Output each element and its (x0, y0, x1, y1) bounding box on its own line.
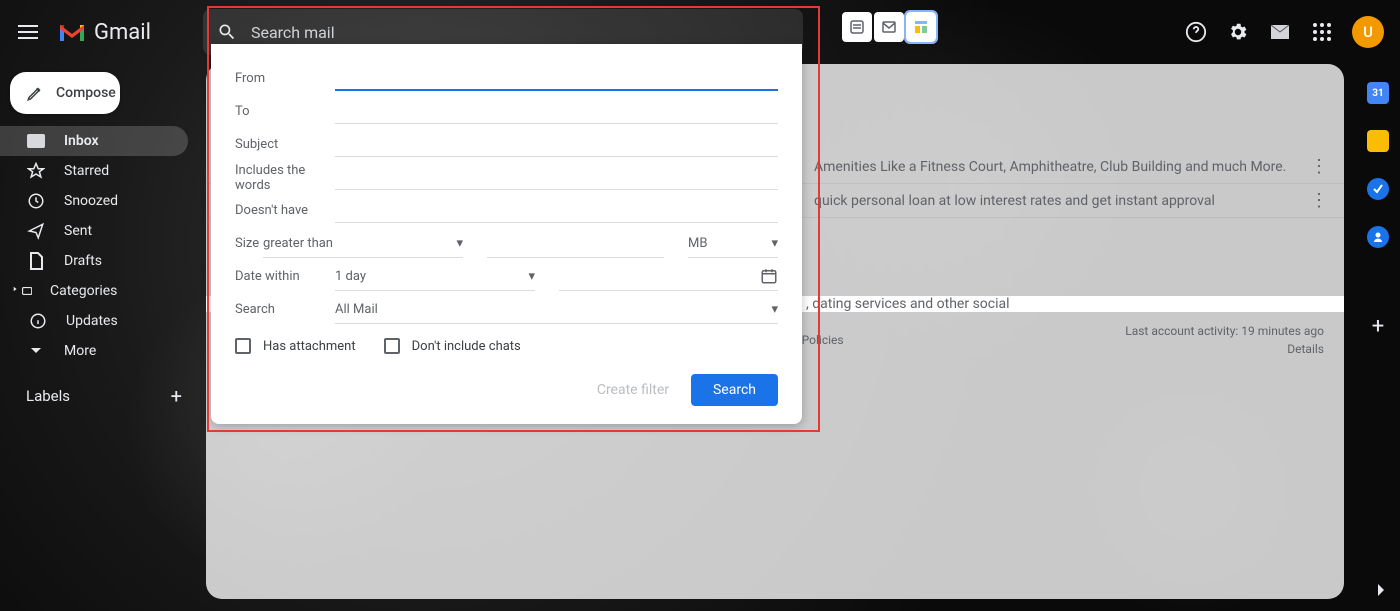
sidebar-item-sent[interactable]: Sent (0, 216, 188, 246)
sidebar-item-categories[interactable]: Categories (0, 276, 188, 306)
footer-details[interactable]: Details (1287, 342, 1324, 356)
checkbox-icon (235, 338, 251, 354)
calendar-icon (760, 267, 778, 285)
pencil-icon (26, 84, 44, 102)
sidebar-item-label: More (64, 343, 96, 359)
adv-date-label: Date within (235, 269, 335, 284)
compose-button[interactable]: Compose (10, 72, 120, 114)
search-input[interactable] (251, 23, 789, 42)
adv-has-attachment-checkbox[interactable]: Has attachment (235, 338, 356, 354)
sidebar-item-label: Snoozed (64, 193, 118, 209)
gmail-m-icon (58, 21, 86, 43)
sidebar-item-inbox[interactable]: Inbox (0, 126, 188, 156)
sidebar-item-label: Drafts (64, 253, 102, 269)
info-icon (28, 312, 48, 330)
sidebar-item-snoozed[interactable]: Snoozed (0, 186, 188, 216)
sidebar-item-label: Updates (66, 313, 118, 329)
chevron-down-icon: ▾ (528, 269, 535, 284)
adv-subject-label: Subject (235, 137, 335, 152)
send-icon (26, 222, 46, 240)
adv-no-chats-checkbox[interactable]: Don't include chats (384, 338, 521, 354)
tasks-icon[interactable] (1367, 178, 1389, 200)
clock-icon (26, 192, 46, 210)
search-button[interactable]: Search (691, 374, 778, 406)
notifications-icon[interactable] (1268, 20, 1292, 44)
search-icon (217, 22, 237, 42)
chevron-down-icon: ▾ (456, 236, 463, 251)
star-icon (26, 162, 46, 180)
labels-header: Labels + (0, 366, 200, 408)
adv-size-unit-select[interactable]: MB ▾ (688, 230, 778, 258)
ext-icon-3[interactable] (906, 12, 936, 42)
sidebar-item-label: Starred (64, 163, 109, 179)
avatar[interactable]: U (1352, 16, 1384, 48)
footer-activity: Last account activity: 19 minutes ago (1125, 322, 1324, 340)
adv-search-label: Search (235, 302, 335, 317)
extension-icons (842, 12, 936, 42)
adv-size-op-select[interactable]: greater than ▾ (263, 230, 463, 258)
adv-from-input[interactable] (335, 67, 778, 91)
adv-doesnt-label: Doesn't have (235, 203, 335, 218)
chevron-right-icon (12, 284, 32, 298)
add-addon-icon[interactable]: + (1372, 314, 1384, 339)
sidebar-item-updates[interactable]: Updates (0, 306, 188, 336)
sidebar-item-drafts[interactable]: Drafts (0, 246, 188, 276)
add-label-icon[interactable]: + (171, 384, 182, 408)
sidebar-item-label: Categories (50, 283, 117, 299)
side-panel: 31 + (1356, 64, 1400, 611)
adv-size-value-input[interactable] (487, 230, 664, 258)
calendar-icon[interactable]: 31 (1367, 82, 1389, 104)
contacts-icon[interactable] (1367, 226, 1389, 248)
create-filter-button[interactable]: Create filter (597, 382, 669, 398)
compose-label: Compose (56, 85, 116, 101)
chevron-down-icon: ▾ (771, 302, 778, 317)
checkbox-icon (384, 338, 400, 354)
adv-size-label: Size (235, 236, 263, 251)
adv-doesnt-input[interactable] (335, 199, 778, 223)
adv-to-label: To (235, 104, 335, 119)
sidebar: Compose Inbox Starred Snoozed Sent Draft… (0, 64, 200, 611)
sidebar-item-more[interactable]: More (0, 336, 188, 366)
inbox-icon (26, 134, 46, 148)
sidebar-item-label: Sent (64, 223, 92, 239)
advanced-search-panel: From To Subject Includes the words Doesn… (211, 44, 802, 424)
adv-includes-label: Includes the words (235, 163, 335, 193)
labels-title: Labels (26, 387, 70, 405)
main-menu-icon[interactable] (16, 20, 40, 44)
header-actions: U (1184, 16, 1384, 48)
gmail-logo[interactable]: Gmail (58, 20, 151, 45)
more-vert-icon[interactable]: ⋮ (1298, 190, 1328, 211)
help-icon[interactable] (1184, 20, 1208, 44)
adv-to-input[interactable] (335, 100, 778, 124)
adv-from-label: From (235, 71, 335, 86)
gmail-wordmark: Gmail (94, 20, 151, 45)
chevron-down-icon (26, 347, 46, 355)
adv-search-scope-select[interactable]: All Mail ▾ (335, 296, 778, 324)
sidebar-item-starred[interactable]: Starred (0, 156, 188, 186)
keep-icon[interactable] (1367, 130, 1389, 152)
ext-icon-2[interactable] (874, 12, 904, 42)
ext-icon-1[interactable] (842, 12, 872, 42)
gear-icon[interactable] (1226, 20, 1250, 44)
adv-date-input[interactable] (559, 263, 778, 291)
more-vert-icon[interactable]: ⋮ (1298, 156, 1328, 177)
draft-icon (26, 252, 46, 270)
collapse-panel-icon[interactable] (1376, 583, 1386, 597)
adv-includes-input[interactable] (335, 166, 778, 190)
adv-subject-input[interactable] (335, 133, 778, 157)
apps-grid-icon[interactable] (1310, 20, 1334, 44)
sidebar-item-label: Inbox (64, 133, 99, 149)
adv-date-range-select[interactable]: 1 day ▾ (335, 263, 535, 291)
chevron-down-icon: ▾ (771, 236, 778, 251)
